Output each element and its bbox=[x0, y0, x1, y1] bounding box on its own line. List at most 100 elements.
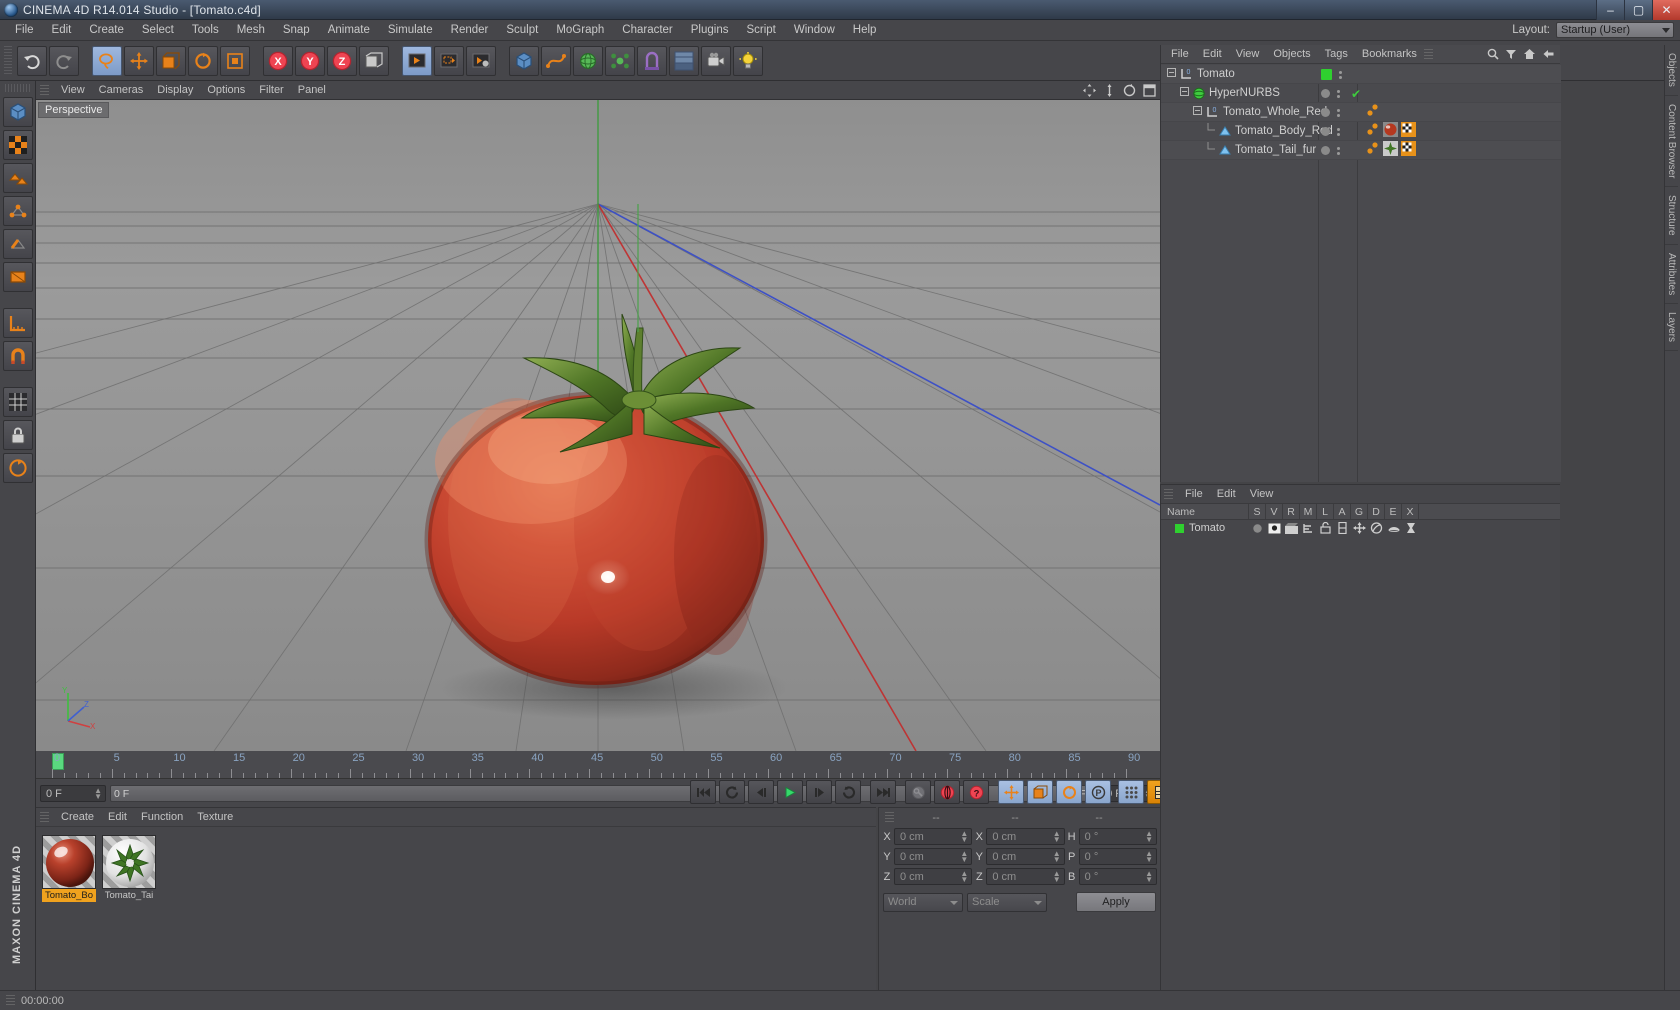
coord-position-z-field[interactable]: 0 cm ▲ ▼ bbox=[894, 868, 973, 885]
menu-render[interactable]: Render bbox=[442, 22, 498, 38]
layer-toggle-l[interactable] bbox=[1317, 522, 1334, 534]
layer-toggle-x[interactable] bbox=[1402, 522, 1419, 534]
viewport-solo-tool[interactable] bbox=[2, 453, 33, 483]
viewport-menu-options[interactable]: Options bbox=[200, 83, 252, 97]
coordinate-system-select[interactable]: World bbox=[883, 892, 963, 912]
spinner-icon[interactable]: ▲▼ bbox=[1053, 830, 1061, 844]
edge-mode-tool[interactable] bbox=[2, 229, 33, 259]
lock-z-axis[interactable]: Z bbox=[327, 45, 357, 76]
light-button[interactable] bbox=[733, 45, 763, 76]
current-frame-field[interactable]: 0 F ▲ ▼ bbox=[40, 785, 106, 802]
rotation-key-button[interactable] bbox=[1056, 780, 1082, 804]
layer-row[interactable]: Tomato bbox=[1161, 520, 1560, 536]
polygon-face-tool[interactable] bbox=[2, 262, 33, 292]
layer-toggle-r[interactable] bbox=[1283, 522, 1300, 534]
coord-size-y-field[interactable]: 0 cm ▲ ▼ bbox=[986, 848, 1065, 865]
layer-menu-file[interactable]: File bbox=[1178, 487, 1210, 501]
coordinate-grip[interactable] bbox=[885, 812, 894, 823]
workplane-tool[interactable] bbox=[2, 308, 33, 338]
coord-rotation-p-field[interactable]: 0 ° ▲ ▼ bbox=[1078, 848, 1157, 865]
point-mode-tool[interactable] bbox=[2, 196, 33, 226]
rotate-tool[interactable] bbox=[188, 45, 218, 76]
pan-icon[interactable] bbox=[1083, 84, 1096, 97]
bend-deformer-button[interactable] bbox=[637, 45, 667, 76]
redo-button[interactable] bbox=[49, 45, 79, 76]
layer-column-r[interactable]: R bbox=[1283, 504, 1300, 519]
material-menu-grip[interactable] bbox=[40, 811, 49, 823]
spinner-icon[interactable]: ▲▼ bbox=[94, 787, 102, 801]
viewport-3d[interactable]: Perspective Y X Z bbox=[36, 100, 1160, 751]
point-level-animation-button[interactable] bbox=[1118, 780, 1144, 804]
search-icon[interactable] bbox=[1487, 48, 1499, 60]
spinner-icon[interactable]: ▲▼ bbox=[960, 850, 968, 864]
layer-column-l[interactable]: L bbox=[1317, 504, 1334, 519]
material-menu-texture[interactable]: Texture bbox=[190, 810, 240, 824]
object-menu-objects[interactable]: Objects bbox=[1266, 47, 1317, 61]
object-row[interactable]: 0 Tomato bbox=[1161, 65, 1561, 84]
orange-dots-icon[interactable] bbox=[1366, 141, 1380, 161]
material-tag-red-icon[interactable] bbox=[1383, 121, 1398, 142]
object-row[interactable]: 0 Tomato_Whole_Red bbox=[1161, 103, 1561, 122]
layer-toggle-v[interactable] bbox=[1266, 522, 1283, 534]
menu-create[interactable]: Create bbox=[80, 22, 133, 38]
visibility-dot[interactable] bbox=[1321, 146, 1330, 155]
move-tool[interactable] bbox=[124, 45, 154, 76]
visibility-dot[interactable] bbox=[1321, 89, 1330, 98]
maximize-button[interactable]: ▢ bbox=[1624, 0, 1652, 20]
hypernurbs-button[interactable] bbox=[573, 45, 603, 76]
render-settings-button[interactable] bbox=[466, 45, 496, 76]
spinner-icon[interactable]: ▲▼ bbox=[960, 830, 968, 844]
menu-simulate[interactable]: Simulate bbox=[379, 22, 442, 38]
editor-render-visibility-dots[interactable] bbox=[1339, 70, 1342, 79]
render-view-button[interactable] bbox=[402, 45, 432, 76]
vertical-tab-objects[interactable]: Objects bbox=[1665, 45, 1678, 96]
vertical-tab-structure[interactable]: Structure bbox=[1665, 187, 1678, 245]
lock-axis-tool[interactable] bbox=[2, 420, 33, 450]
menu-tools[interactable]: Tools bbox=[183, 22, 228, 38]
menu-character[interactable]: Character bbox=[613, 22, 682, 38]
dolly-icon[interactable] bbox=[1103, 84, 1116, 97]
scale-key-button[interactable] bbox=[1027, 780, 1053, 804]
parameter-key-button[interactable]: P bbox=[1085, 780, 1111, 804]
spinner-icon[interactable]: ▲▼ bbox=[960, 870, 968, 884]
live-selection-tool[interactable] bbox=[92, 45, 122, 76]
editor-render-visibility-dots[interactable] bbox=[1337, 146, 1340, 155]
expander-icon[interactable] bbox=[1180, 87, 1189, 99]
render-region-button[interactable] bbox=[434, 45, 464, 76]
vertical-tab-attributes[interactable]: Attributes bbox=[1665, 245, 1678, 305]
material-tag-green-icon[interactable] bbox=[1383, 140, 1398, 161]
layer-column-g[interactable]: G bbox=[1351, 504, 1368, 519]
coord-rotation-b-field[interactable]: 0 ° ▲ ▼ bbox=[1078, 868, 1157, 885]
menu-edit[interactable]: Edit bbox=[43, 22, 81, 38]
object-menu-edit[interactable]: Edit bbox=[1196, 47, 1229, 61]
coord-position-y-field[interactable]: 0 cm ▲ ▼ bbox=[894, 848, 973, 865]
layer-column-s[interactable]: S bbox=[1249, 504, 1266, 519]
object-menu-view[interactable]: View bbox=[1229, 47, 1267, 61]
coord-position-x-field[interactable]: 0 cm ▲ ▼ bbox=[894, 828, 973, 845]
coordinate-mode-select[interactable]: Scale bbox=[967, 892, 1047, 912]
menu-window[interactable]: Window bbox=[785, 22, 844, 38]
enabled-check-icon[interactable]: ✔ bbox=[1351, 87, 1361, 101]
layout-select[interactable]: Startup (User) bbox=[1556, 22, 1674, 38]
orbit-icon[interactable] bbox=[1123, 84, 1136, 97]
material-thumbnail[interactable] bbox=[42, 835, 96, 889]
world-axis-tool[interactable] bbox=[220, 45, 250, 76]
menu-script[interactable]: Script bbox=[737, 22, 784, 38]
coord-rotation-h-field[interactable]: 0 ° ▲ ▼ bbox=[1078, 828, 1157, 845]
layer-menu-edit[interactable]: Edit bbox=[1210, 487, 1243, 501]
cube-primitive-button[interactable] bbox=[509, 45, 539, 76]
vertical-tab-layers[interactable]: Layers bbox=[1665, 304, 1678, 352]
toolbar-grip[interactable] bbox=[4, 45, 12, 76]
maximize-icon[interactable] bbox=[1143, 84, 1156, 97]
object-row[interactable]: Tomato_Body_Red bbox=[1161, 121, 1561, 142]
menu-file[interactable]: File bbox=[6, 22, 43, 38]
menu-sculpt[interactable]: Sculpt bbox=[497, 22, 547, 38]
floor-environment-button[interactable] bbox=[669, 45, 699, 76]
material-item[interactable]: Tomato_Bo bbox=[42, 835, 96, 902]
play-button[interactable] bbox=[777, 780, 803, 804]
camera-button[interactable] bbox=[701, 45, 731, 76]
array-button[interactable] bbox=[605, 45, 635, 76]
layer-column-d[interactable]: D bbox=[1368, 504, 1385, 519]
position-key-button[interactable] bbox=[998, 780, 1024, 804]
polygon-mode-tool[interactable] bbox=[2, 163, 33, 193]
